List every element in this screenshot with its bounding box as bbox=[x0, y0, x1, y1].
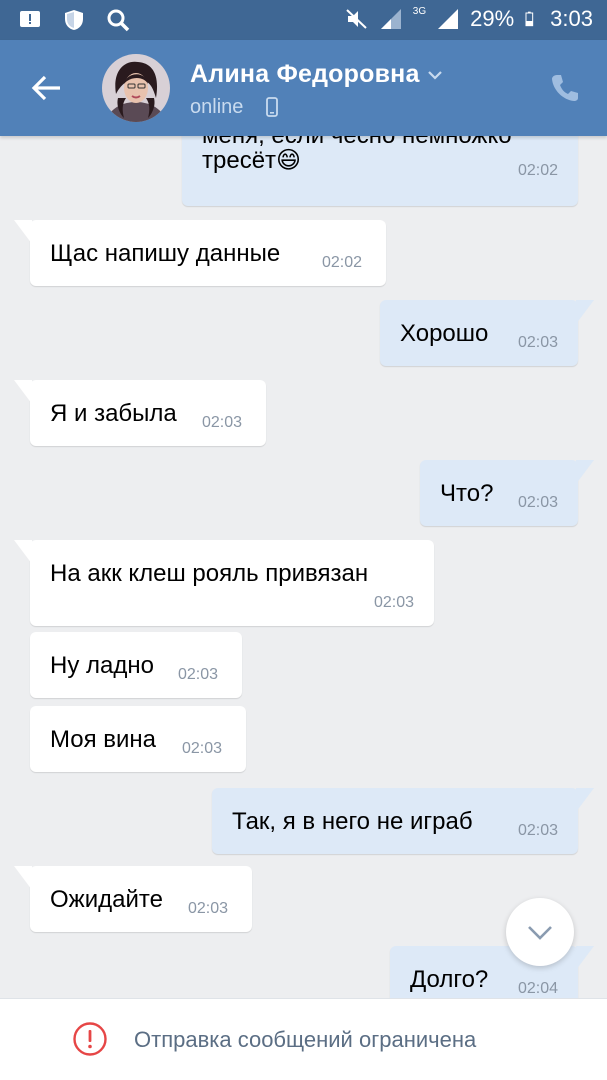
battery-percent: 29% bbox=[470, 6, 515, 31]
message-text: Хорошо bbox=[400, 320, 489, 347]
message-text: Щас напишу данные bbox=[50, 240, 281, 267]
message-text: тресёт😄 bbox=[202, 147, 302, 174]
bubble-tail bbox=[14, 540, 32, 564]
message-text: Что? bbox=[440, 480, 494, 507]
contact-name[interactable]: Алина Федоровна bbox=[190, 60, 420, 89]
message-time: 02:04 bbox=[517, 980, 558, 997]
message-text: Ожидайте bbox=[50, 886, 163, 913]
bubble-tail bbox=[14, 220, 32, 244]
signal-icon bbox=[380, 9, 401, 29]
message-outgoing[interactable]: меня, если чесно немножко тресёт😄 02:02 bbox=[182, 136, 578, 206]
message-text: Моя вина bbox=[50, 726, 157, 753]
warning-icon bbox=[73, 1022, 107, 1056]
message-time: 02:03 bbox=[373, 594, 414, 611]
notification-icon bbox=[20, 11, 40, 27]
mute-icon bbox=[346, 9, 367, 29]
bubble-tail bbox=[576, 946, 594, 970]
message-text: Долго? bbox=[410, 966, 489, 993]
message-text: Ну ладно bbox=[50, 652, 154, 679]
search-icon bbox=[107, 9, 130, 32]
scroll-to-bottom-button[interactable] bbox=[506, 898, 574, 966]
mobile-phone-icon bbox=[266, 97, 278, 117]
message-time: 02:03 bbox=[517, 494, 558, 511]
contact-status: online bbox=[190, 96, 244, 118]
avatar[interactable] bbox=[102, 54, 170, 122]
bubble-tail bbox=[14, 380, 32, 404]
bubble-tail bbox=[576, 300, 594, 324]
message-restriction-bar: Отправка сообщений ограничена bbox=[0, 998, 607, 1080]
message-time: 02:03 bbox=[188, 900, 229, 917]
message-outgoing[interactable]: Хорошо 02:03 bbox=[380, 300, 594, 366]
battery-icon bbox=[525, 11, 534, 27]
back-arrow-icon[interactable] bbox=[28, 70, 64, 106]
shield-icon bbox=[65, 10, 83, 30]
message-incoming[interactable]: Моя вина 02:03 bbox=[30, 706, 246, 772]
message-incoming[interactable]: Щас напишу данные 02:02 bbox=[14, 220, 386, 286]
message-time: 02:03 bbox=[517, 822, 558, 839]
message-outgoing[interactable]: Что? 02:03 bbox=[420, 460, 594, 526]
chevron-down-icon[interactable] bbox=[426, 66, 444, 84]
bubble-tail bbox=[576, 788, 594, 812]
message-text: Я и забыла bbox=[50, 400, 177, 427]
chat-header: Алина Федоровна online bbox=[0, 40, 607, 136]
message-incoming[interactable]: Ожидайте 02:03 bbox=[14, 866, 252, 932]
message-list[interactable]: меня, если чесно немножко тресёт😄 02:02 … bbox=[0, 136, 607, 998]
call-icon[interactable] bbox=[549, 72, 581, 104]
message-incoming[interactable]: Я и забыла 02:03 bbox=[14, 380, 266, 446]
bubble-tail bbox=[14, 866, 32, 890]
message-incoming[interactable]: Ну ладно 02:03 bbox=[30, 632, 242, 698]
chevron-down-icon bbox=[528, 926, 552, 940]
message-time: 02:03 bbox=[182, 740, 223, 757]
bubble-tail bbox=[576, 460, 594, 484]
message-time: 02:03 bbox=[202, 414, 243, 431]
status-bar: 3G 29% 3:03 bbox=[0, 0, 607, 40]
clock: 3:03 bbox=[550, 6, 593, 31]
message-text: На акк клеш рояль привязан bbox=[50, 560, 369, 587]
signal-icon bbox=[438, 9, 459, 29]
message-time: 02:03 bbox=[178, 666, 219, 683]
message-time: 02:03 bbox=[517, 334, 558, 351]
message-incoming[interactable]: На акк клеш рояль привязан 02:03 bbox=[14, 540, 434, 626]
message-text: Так, я в него не играб bbox=[232, 808, 473, 835]
restriction-text: Отправка сообщений ограничена bbox=[134, 1027, 477, 1052]
network-type: 3G bbox=[412, 5, 427, 17]
message-time: 02:02 bbox=[322, 254, 363, 271]
message-outgoing[interactable]: Так, я в него не играб 02:03 bbox=[212, 788, 594, 854]
message-time: 02:02 bbox=[517, 162, 558, 179]
